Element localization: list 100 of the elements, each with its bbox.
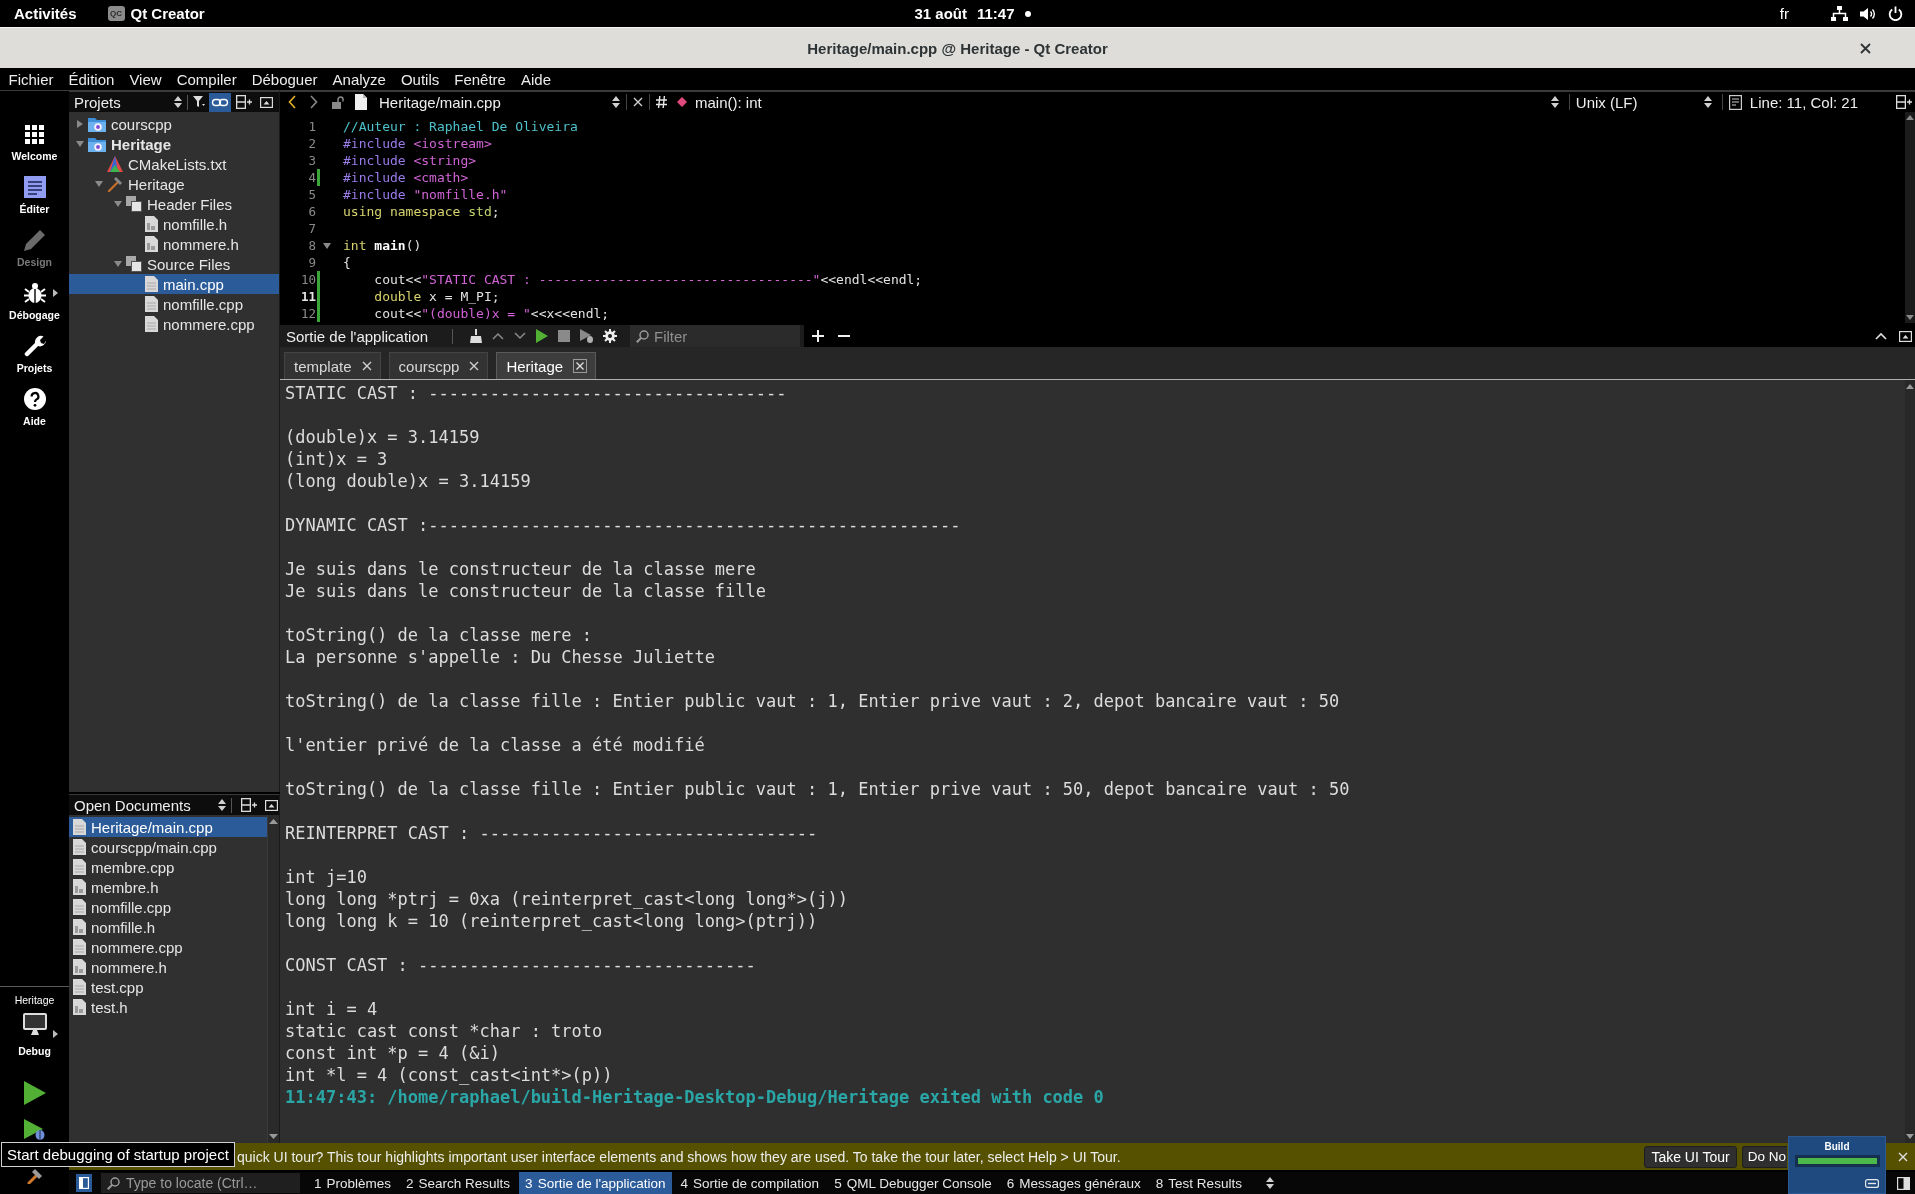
scrollbar[interactable]	[1905, 112, 1915, 323]
scroll-up-icon[interactable]	[1906, 115, 1914, 120]
kit-selector[interactable]: Heritage Debug	[0, 993, 69, 1058]
settings-icon[interactable]	[603, 329, 617, 343]
panel-icon[interactable]	[260, 96, 273, 108]
link-icon[interactable]	[209, 92, 231, 112]
hash-icon[interactable]	[656, 96, 667, 108]
tree-item[interactable]: Heritage	[69, 174, 279, 194]
menu-item[interactable]: Déboguer	[244, 70, 326, 88]
filter-field[interactable]: Filter	[630, 325, 800, 347]
tree-item[interactable]: nomfille.cpp	[69, 294, 279, 314]
document-item[interactable]: membre.h	[69, 877, 267, 897]
document-item[interactable]: nomfille.h	[69, 917, 267, 937]
split-icon[interactable]	[236, 95, 252, 109]
output-tab[interactable]: template	[284, 352, 381, 379]
output-pane-button[interactable]: 4 Sortie de compilation	[674, 1172, 826, 1194]
tree-item[interactable]: main.cpp	[69, 274, 279, 294]
tree-item[interactable]: courscpp	[69, 114, 279, 134]
info-button[interactable]: Take UI Tour	[1644, 1145, 1737, 1168]
scrollbar[interactable]	[267, 815, 279, 1143]
menu-item[interactable]: View	[121, 70, 170, 88]
scroll-down-icon[interactable]	[1906, 315, 1914, 320]
document-item[interactable]: nomfille.cpp	[69, 897, 267, 917]
hammer-icon[interactable]	[26, 1168, 43, 1184]
output-tab[interactable]: courscpp	[388, 352, 489, 379]
play-icon[interactable]	[23, 1081, 46, 1105]
plus-icon[interactable]	[812, 330, 824, 342]
padlock-icon[interactable]	[332, 95, 344, 109]
output-pane-button[interactable]: 5 QML Debugger Console	[828, 1172, 998, 1194]
document-item[interactable]: Heritage/main.cpp	[69, 817, 267, 837]
tree-item[interactable]: nommere.h	[69, 234, 279, 254]
tree-item[interactable]: Source Files	[69, 254, 279, 274]
output-pane-button[interactable]: 1 Problèmes	[308, 1172, 398, 1194]
tree-item[interactable]: CMakeLists.txt	[69, 154, 279, 174]
close-icon[interactable]	[573, 359, 588, 373]
caret-down-icon[interactable]	[113, 200, 122, 208]
scroll-up-icon[interactable]	[1906, 384, 1914, 389]
output-pane-button[interactable]: 8 Test Results	[1149, 1172, 1248, 1194]
info-button[interactable]: Do No	[1741, 1145, 1787, 1168]
output-pane-button[interactable]: 6 Messages généraux	[1000, 1172, 1147, 1194]
menu-item[interactable]: Analyze	[325, 70, 394, 88]
network-icon[interactable]	[1831, 6, 1848, 21]
tree-item[interactable]: nommere.cpp	[69, 314, 279, 334]
mode-button[interactable]: Éditer	[0, 172, 69, 225]
caret-right-icon[interactable]	[75, 120, 84, 128]
panel-icon[interactable]	[1899, 330, 1912, 342]
close-icon[interactable]	[1860, 42, 1871, 54]
menu-item[interactable]: Édition	[61, 70, 122, 88]
brush-icon[interactable]	[470, 329, 482, 343]
panel-icon[interactable]	[1865, 1179, 1879, 1188]
split-icon[interactable]	[241, 798, 257, 812]
menu-item[interactable]: Fichier	[1, 70, 61, 88]
mode-button[interactable]: Welcome	[0, 119, 69, 172]
keyboard-layout[interactable]: fr	[1779, 5, 1789, 22]
time-label[interactable]: 11:47	[977, 5, 1015, 22]
document-item[interactable]: nommere.h	[69, 957, 267, 977]
document-item[interactable]: nommere.cpp	[69, 937, 267, 957]
menu-item[interactable]: Fenêtre	[446, 70, 514, 88]
chevron-down-icon[interactable]	[514, 332, 526, 340]
document-item[interactable]: membre.cpp	[69, 857, 267, 877]
file-selector[interactable]: Heritage/main.cpp	[355, 92, 620, 112]
document-item[interactable]: test.h	[69, 997, 267, 1017]
updown-arrows-icon[interactable]	[1265, 1177, 1274, 1189]
play-icon[interactable]	[536, 329, 548, 343]
caret-down-icon[interactable]	[75, 140, 84, 148]
document-item[interactable]: test.cpp	[69, 977, 267, 997]
tree-item[interactable]: Header Files	[69, 194, 279, 214]
tree-item[interactable]: Heritage	[69, 134, 279, 154]
mode-button[interactable]: Aide	[0, 384, 69, 437]
sidebar-toggle-icon[interactable]	[76, 1174, 92, 1192]
play-bug-icon[interactable]	[23, 1119, 46, 1140]
symbol-selector[interactable]: main(): int	[677, 92, 1563, 112]
fold-caret-icon[interactable]	[323, 242, 331, 249]
tree-item[interactable]: nomfille.h	[69, 214, 279, 234]
mode-button[interactable]: Projets	[0, 331, 69, 384]
menu-item[interactable]: Aide	[513, 70, 559, 88]
output-tab[interactable]: Heritage	[496, 352, 597, 379]
menu-item[interactable]: Compiler	[169, 70, 245, 88]
activities-button[interactable]: Activités	[14, 5, 77, 22]
panel-icon[interactable]	[265, 799, 278, 811]
back-icon[interactable]	[288, 95, 296, 109]
scroll-up-icon[interactable]	[269, 819, 278, 824]
scrollbar[interactable]	[1905, 380, 1915, 1143]
output-pane-button[interactable]: 2 Search Results	[400, 1172, 517, 1194]
scroll-down-icon[interactable]	[1906, 1134, 1914, 1139]
mode-button[interactable]: Débogage	[0, 278, 69, 331]
caret-down-icon[interactable]	[113, 260, 122, 268]
power-icon[interactable]	[1888, 6, 1903, 21]
date-label[interactable]: 31 août	[914, 5, 967, 22]
output-pane-button[interactable]: 3 Sortie de l'application	[519, 1172, 672, 1194]
split-icon[interactable]	[1896, 95, 1912, 109]
panel-icon[interactable]	[1897, 1176, 1910, 1190]
line-ending-selector[interactable]: Unix (LF)	[1575, 92, 1716, 112]
caret-down-icon[interactable]	[94, 180, 103, 188]
filter-icon[interactable]	[193, 96, 205, 108]
scroll-down-icon[interactable]	[269, 1134, 278, 1139]
app-menu[interactable]: Qt Creator	[130, 5, 205, 22]
locate-field[interactable]: Type to locate (Ctrl…	[101, 1173, 300, 1193]
document-item[interactable]: courscpp/main.cpp	[69, 837, 267, 857]
play-bug-icon[interactable]	[580, 329, 593, 343]
